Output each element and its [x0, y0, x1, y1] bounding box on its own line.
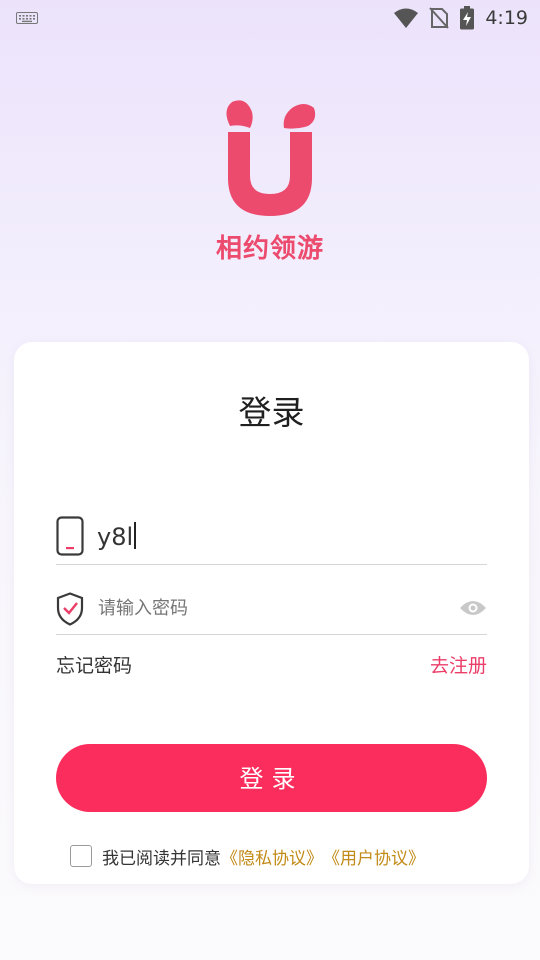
- shield-check-icon: [56, 592, 84, 626]
- status-bar: 4:19: [0, 0, 540, 36]
- phone-icon: [56, 516, 84, 556]
- password-input[interactable]: [98, 598, 418, 619]
- privacy-policy-link[interactable]: 《隐私协议》: [221, 844, 323, 869]
- password-field[interactable]: [56, 588, 487, 635]
- no-sim-icon: [429, 7, 450, 29]
- eye-icon[interactable]: [459, 598, 487, 618]
- app-brand-name: 相约领游: [215, 234, 324, 264]
- register-link[interactable]: 去注册: [430, 651, 487, 678]
- user-agreement-link[interactable]: 《用户协议》: [323, 844, 425, 869]
- agreement-text: 我已阅读并同意: [102, 848, 221, 869]
- app-logo: [226, 100, 316, 216]
- agreement-checkbox[interactable]: [70, 845, 92, 867]
- wifi-icon: [394, 8, 419, 28]
- text-cursor: [134, 522, 137, 549]
- status-time: 4:19: [485, 7, 528, 29]
- phone-input[interactable]: y8l: [97, 522, 137, 551]
- phone-field[interactable]: y8l: [56, 514, 487, 565]
- battery-charging-icon: [460, 6, 475, 30]
- keyboard-icon: [16, 12, 38, 24]
- login-button[interactable]: 登录: [56, 744, 487, 812]
- agreement-row: 我已阅读并同意 《隐私协议》 《用户协议》: [70, 843, 425, 869]
- page-title: 登录: [238, 393, 305, 432]
- forgot-password-link[interactable]: 忘记密码: [56, 651, 132, 678]
- login-card: 登录 y8l 忘记密码 去注册 登录 我已阅读并同意 《隐私协议》 《用户协议》: [14, 342, 529, 884]
